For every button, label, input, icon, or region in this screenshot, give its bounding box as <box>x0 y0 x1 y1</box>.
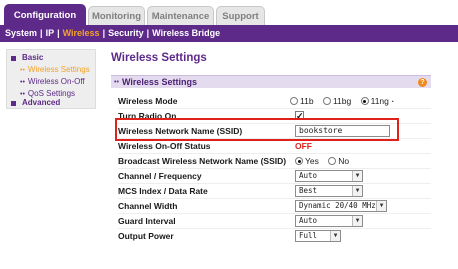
broadcast-ssid-options: Yes No <box>295 154 349 168</box>
subnav-ip[interactable]: IP <box>46 28 55 38</box>
channel-label: Channel / Frequency <box>118 171 202 181</box>
mcs-label: MCS Index / Data Rate <box>118 186 208 196</box>
sidebar-item-label: Wireless On-Off <box>27 77 85 86</box>
tab-support[interactable]: Support <box>216 6 265 26</box>
output-power-label: Output Power <box>118 231 174 241</box>
row-output-power: Output Power Full ▼ <box>118 229 431 243</box>
page-title: Wireless Settings <box>111 52 207 64</box>
guard-interval-select[interactable]: Auto ▼ <box>295 215 363 227</box>
wireless-settings-panel: •• Wireless Settings ? Wireless Mode 11b… <box>111 72 431 269</box>
sidebar-bullet-icon: •• <box>20 79 25 86</box>
radio-broadcast-yes[interactable] <box>295 157 303 165</box>
help-icon[interactable]: ? <box>418 78 427 87</box>
sidebar-item-label: Wireless Settings <box>27 65 90 74</box>
radio-broadcast-yes-label: Yes <box>305 156 319 166</box>
chevron-down-icon: ▼ <box>330 231 340 241</box>
chevron-down-icon: ▼ <box>352 216 362 226</box>
sidebar-item-label: QoS Settings <box>27 89 76 98</box>
guard-interval-label: Guard Interval <box>118 216 176 226</box>
sidebar-group-basic[interactable]: Basic <box>22 53 43 62</box>
row-channel: Channel / Frequency Auto ▼ <box>118 169 431 183</box>
ssid-highlight-box <box>115 118 399 141</box>
radio-11ng[interactable] <box>360 97 369 105</box>
main-tab-bar: Configuration Monitoring Maintenance Sup… <box>0 0 458 26</box>
subnav-security[interactable]: Security <box>108 28 144 38</box>
sidebar-group-bullet-icon <box>11 56 16 61</box>
chevron-down-icon: ▼ <box>376 201 386 211</box>
panel-header: •• Wireless Settings ? <box>111 75 431 88</box>
sidebar-group-bullet-icon <box>11 101 16 106</box>
tab-monitoring[interactable]: Monitoring <box>88 6 145 26</box>
sidebar-group-advanced[interactable]: Advanced <box>22 98 60 107</box>
channel-control: Auto ▼ <box>295 169 363 183</box>
panel-title: Wireless Settings <box>122 77 197 87</box>
row-wireless-mode: Wireless Mode 11b 11bg 11ng◔ <box>118 94 431 108</box>
subnav-system[interactable]: System <box>5 28 37 38</box>
panel-bullet-icon: •• <box>114 79 119 86</box>
mcs-select-value: Best <box>299 186 318 195</box>
subnav-separator: | <box>102 28 106 38</box>
radio-broadcast-no-label: No <box>338 156 350 166</box>
sidebar-bullet-icon: •• <box>20 91 25 98</box>
channel-width-select-value: Dynamic 20/40 MHz <box>299 201 376 210</box>
onoff-status-label: Wireless On-Off Status <box>118 141 211 151</box>
wireless-mode-options: 11b 11bg 11ng◔ <box>290 94 394 108</box>
broadcast-ssid-label: Broadcast Wireless Network Name (SSID) <box>118 156 287 166</box>
chevron-down-icon: ▼ <box>352 171 362 181</box>
sub-navigation: System | IP | Wireless | Security | Wireless Bri… <box>0 25 458 42</box>
tab-configuration[interactable]: Configuration <box>4 4 86 26</box>
wireless-mode-label: Wireless Mode <box>118 96 178 106</box>
channel-select[interactable]: Auto ▼ <box>295 170 363 182</box>
mcs-control: Best ▼ <box>295 184 363 198</box>
channel-width-select[interactable]: Dynamic 20/40 MHz ▼ <box>295 200 387 212</box>
sidebar-item-qos-settings[interactable]: •• QoS Settings <box>20 89 75 98</box>
row-broadcast-ssid: Broadcast Wireless Network Name (SSID) Y… <box>118 154 431 168</box>
subnav-separator: | <box>146 28 150 38</box>
radio-11ng-label: 11ng <box>370 96 389 106</box>
row-guard-interval: Guard Interval Auto ▼ <box>118 214 431 228</box>
subnav-wireless[interactable]: Wireless <box>63 28 100 38</box>
channel-select-value: Auto <box>299 171 318 180</box>
sidebar: Basic •• Wireless Settings •• Wireless On-… <box>6 49 96 109</box>
chevron-down-icon: ▼ <box>352 186 362 196</box>
row-mcs: MCS Index / Data Rate Best ▼ <box>118 184 431 198</box>
output-power-control: Full ▼ <box>295 229 341 243</box>
onoff-status-value: OFF <box>295 141 312 151</box>
guard-interval-control: Auto ▼ <box>295 214 363 228</box>
channel-width-label: Channel Width <box>118 201 178 211</box>
tab-maintenance[interactable]: Maintenance <box>147 6 214 26</box>
guard-interval-select-value: Auto <box>299 216 318 225</box>
radio-11bg-label: 11bg <box>332 96 352 106</box>
subnav-wireless-bridge[interactable]: Wireless Bridge <box>152 28 220 38</box>
radio-11b[interactable] <box>290 97 298 105</box>
output-power-select[interactable]: Full ▼ <box>295 230 341 242</box>
sidebar-bullet-icon: •• <box>20 67 25 74</box>
mcs-select[interactable]: Best ▼ <box>295 185 363 197</box>
sidebar-item-wireless-settings[interactable]: •• Wireless Settings <box>20 65 90 74</box>
output-power-select-value: Full <box>299 231 318 240</box>
row-onoff-status: Wireless On-Off Status OFF <box>118 139 431 153</box>
subnav-separator: | <box>40 28 43 38</box>
sidebar-item-wireless-on-off[interactable]: •• Wireless On-Off <box>20 77 85 86</box>
radio-11b-label: 11b <box>300 96 314 106</box>
subnav-separator: | <box>57 28 60 38</box>
row-channel-width: Channel Width Dynamic 20/40 MHz ▼ <box>118 199 431 213</box>
wifi-signal-icon: ◔ <box>389 99 395 106</box>
radio-11bg[interactable] <box>322 97 331 105</box>
radio-broadcast-no[interactable] <box>328 157 337 165</box>
channel-width-control: Dynamic 20/40 MHz ▼ <box>295 199 387 213</box>
